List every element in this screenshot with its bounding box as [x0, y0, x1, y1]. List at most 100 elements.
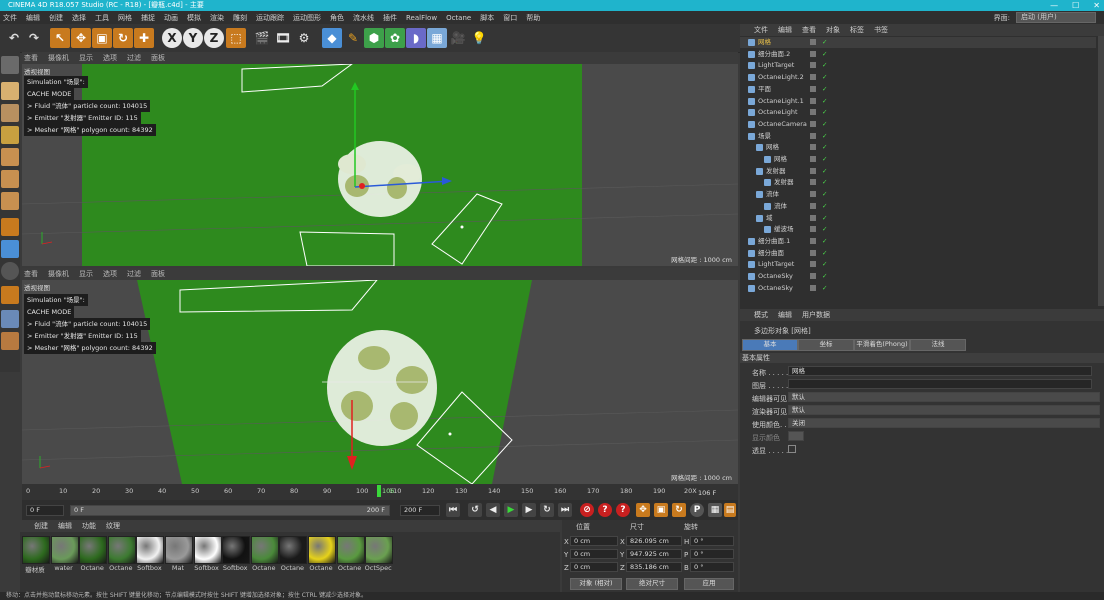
keyframe-selection-icon[interactable]: ? [616, 503, 630, 517]
menu-script[interactable]: 脚本 [480, 13, 494, 23]
render-settings-icon[interactable]: ⚙ [294, 28, 314, 48]
autokey-icon[interactable]: ? [598, 503, 612, 517]
model-mode-icon[interactable] [1, 82, 19, 100]
material-menu-texture[interactable]: 纹理 [106, 520, 120, 532]
pen-icon[interactable]: ✎ [343, 28, 363, 48]
point-level-icon[interactable]: ▦ [708, 503, 722, 517]
menu-edit[interactable]: 编辑 [26, 13, 40, 23]
visibility-toggle[interactable] [810, 109, 816, 116]
enabled-check-icon[interactable]: ✓ [822, 49, 827, 60]
attr-menu-edit[interactable]: 编辑 [778, 309, 792, 321]
make-editable-icon[interactable] [1, 56, 19, 74]
material-menu-function[interactable]: 功能 [82, 520, 96, 532]
material-swatch[interactable] [308, 536, 336, 564]
visibility-toggle[interactable] [810, 62, 816, 69]
camera-icon[interactable]: 🎥 [448, 28, 468, 48]
menu-simulate[interactable]: 模拟 [187, 13, 201, 23]
view-menu[interactable]: 查看 [24, 53, 38, 63]
parameter-key-icon[interactable]: P [690, 503, 704, 517]
material-swatch[interactable] [107, 536, 136, 564]
menu-motion-tracking[interactable]: 运动跟踪 [256, 13, 284, 23]
options-menu[interactable]: 选项 [103, 53, 117, 63]
visibility-toggle[interactable] [810, 202, 816, 209]
visibility-toggle[interactable] [810, 191, 816, 198]
enabled-check-icon[interactable]: ✓ [822, 213, 827, 224]
material-menu-edit[interactable]: 编辑 [58, 520, 72, 532]
menu-pipeline[interactable]: 流水线 [353, 13, 374, 23]
menu-create[interactable]: 创建 [49, 13, 63, 23]
enabled-check-icon[interactable]: ✓ [822, 283, 827, 294]
cube-icon[interactable]: ◆ [322, 28, 342, 48]
menu-tools[interactable]: 工具 [95, 13, 109, 23]
axis-mode-icon[interactable] [1, 218, 19, 236]
enabled-check-icon[interactable]: ✓ [822, 259, 827, 270]
minimize-icon[interactable]: — [1050, 0, 1058, 11]
grid-icon[interactable] [1, 310, 19, 328]
close-icon[interactable]: ✕ [1093, 0, 1100, 11]
visibility-toggle[interactable] [810, 85, 816, 92]
object-row[interactable]: 网格 ✓ [740, 142, 1096, 153]
go-to-end-icon[interactable]: ⏭ [558, 503, 572, 517]
enabled-check-icon[interactable]: ✓ [822, 60, 827, 71]
floor-icon[interactable]: ▦ [427, 28, 447, 48]
end-frame-field[interactable]: 200 F [400, 505, 440, 516]
object-row[interactable]: 场景 ✓ [740, 131, 1096, 142]
material-swatch[interactable] [250, 536, 279, 564]
cameras-menu-2[interactable]: 摄像机 [48, 269, 69, 279]
visibility-toggle[interactable] [810, 284, 816, 291]
menu-octane[interactable]: Octane [446, 14, 471, 22]
visibility-toggle[interactable] [810, 261, 816, 268]
visibility-toggle[interactable] [810, 167, 816, 174]
add-tool-icon[interactable]: ✚ [134, 28, 154, 48]
editor-visible-select[interactable]: 默认 [788, 392, 1100, 402]
deformer-icon[interactable]: ◗ [406, 28, 426, 48]
render-visible-select[interactable]: 默认 [788, 405, 1100, 415]
rotation-key-icon[interactable]: ↻ [672, 503, 686, 517]
object-row[interactable]: 细分曲面.2 ✓ [740, 49, 1096, 60]
timeline-window-icon[interactable]: ▤ [724, 503, 736, 517]
object-menu-file[interactable]: 文件 [754, 24, 768, 36]
coordinate-system-icon[interactable]: ⬚ [226, 28, 246, 48]
rotation-b-field[interactable]: 0 ° [690, 562, 734, 572]
enabled-check-icon[interactable]: ✓ [822, 72, 827, 83]
play-icon[interactable]: ▶ [504, 503, 518, 517]
menu-character[interactable]: 角色 [330, 13, 344, 23]
object-scrollbar[interactable] [1098, 36, 1104, 306]
current-frame-field[interactable]: 106 F [698, 489, 716, 497]
material-swatch[interactable] [365, 536, 394, 564]
record-icon[interactable]: ⊘ [580, 503, 594, 517]
visibility-toggle[interactable] [810, 226, 816, 233]
panel-menu-2[interactable]: 面板 [151, 269, 165, 279]
tab-coordinates[interactable]: 坐标 [798, 339, 854, 351]
visibility-toggle[interactable] [810, 39, 816, 45]
object-row[interactable]: 细分曲面.1 ✓ [740, 236, 1096, 247]
object-row[interactable]: 缓波场 ✓ [740, 224, 1096, 235]
rotation-p-field[interactable]: 0 ° [690, 549, 734, 559]
x-axis-icon[interactable]: X [162, 28, 182, 48]
display-menu[interactable]: 显示 [79, 53, 93, 63]
enabled-check-icon[interactable]: ✓ [822, 166, 827, 177]
visibility-toggle[interactable] [810, 179, 816, 186]
go-to-start-icon[interactable]: ⏮ [446, 503, 460, 517]
visibility-toggle[interactable] [810, 273, 816, 279]
visibility-toggle[interactable] [810, 74, 816, 81]
frame-range-slider[interactable]: 0 F 200 F [70, 505, 390, 516]
position-z-field[interactable]: 0 cm [570, 562, 618, 572]
subdivision-icon[interactable]: ⬢ [364, 28, 384, 48]
visibility-toggle[interactable] [810, 214, 816, 221]
enabled-check-icon[interactable]: ✓ [822, 201, 827, 212]
enabled-check-icon[interactable]: ✓ [822, 37, 827, 48]
enabled-check-icon[interactable]: ✓ [822, 189, 827, 200]
maximize-icon[interactable]: ☐ [1072, 0, 1079, 11]
cameras-menu[interactable]: 摄像机 [48, 53, 69, 63]
material-swatch[interactable] [50, 536, 79, 564]
start-frame-field[interactable]: 0 F [26, 505, 64, 516]
object-row[interactable]: OctaneSky ✓ [740, 271, 1096, 282]
menu-select[interactable]: 选择 [72, 13, 86, 23]
enabled-check-icon[interactable]: ✓ [822, 119, 827, 130]
menu-animate[interactable]: 动画 [164, 13, 178, 23]
panel-menu[interactable]: 面板 [151, 53, 165, 63]
material-swatch[interactable] [22, 536, 50, 564]
size-mode-select[interactable]: 绝对尺寸 [626, 578, 678, 590]
display-menu-2[interactable]: 显示 [79, 269, 93, 279]
